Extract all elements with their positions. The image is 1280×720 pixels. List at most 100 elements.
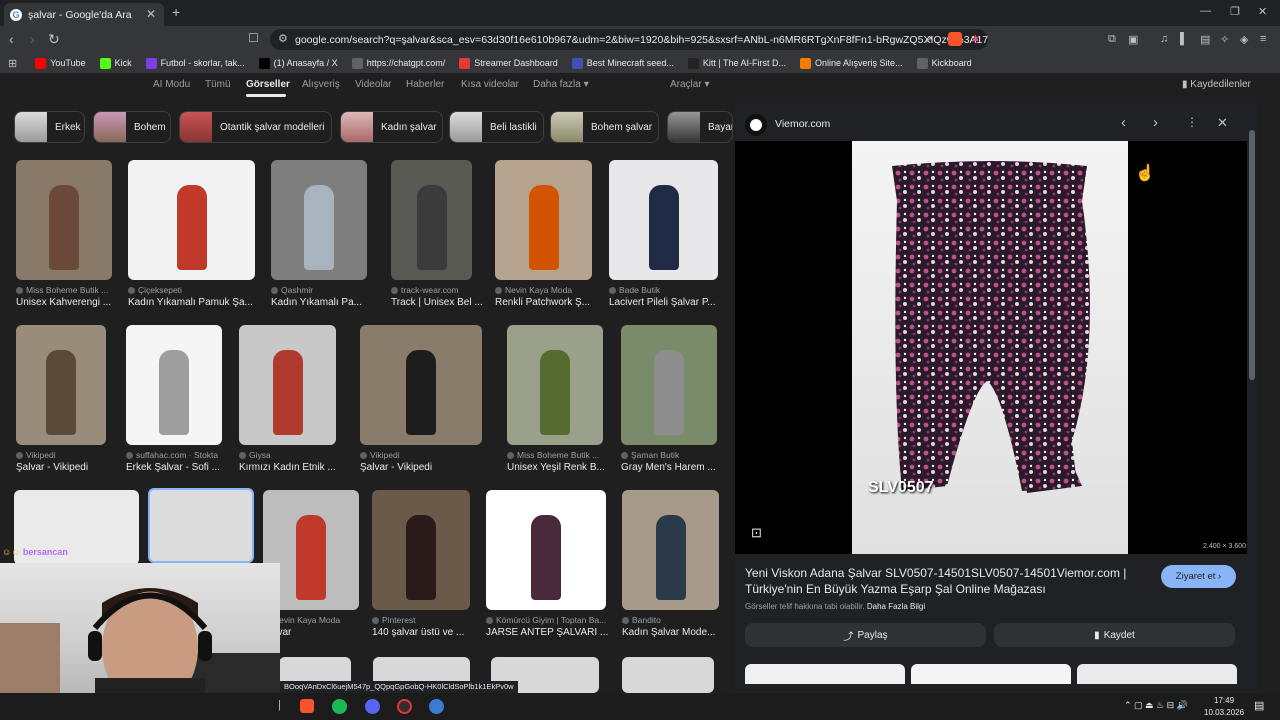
result-title[interactable]: Yeni Viskon Adana Şalvar SLV0507-14501SL… xyxy=(745,565,1145,597)
tray-icons[interactable]: ⌃ ▢ ⏏ ♨ ⊟ 🔊 xyxy=(1124,700,1188,711)
image-result-thumbnail[interactable] xyxy=(128,160,255,280)
bookmark-item[interactable]: YouTube xyxy=(35,57,86,69)
result-title[interactable]: Unisex Yeşil Renk B... xyxy=(507,462,617,473)
clock-time[interactable]: 17:49 xyxy=(1214,696,1234,705)
nav-ai-mode[interactable]: AI Modu xyxy=(153,79,190,90)
result-source[interactable]: Qashmir xyxy=(271,285,381,295)
nav-more[interactable]: Daha fazla ▾ xyxy=(533,79,589,90)
bookmark-item[interactable]: Streamer Dashboard xyxy=(459,57,558,69)
image-result-thumbnail[interactable] xyxy=(239,325,336,445)
share-button[interactable]: ⤴ Paylaş xyxy=(745,623,986,647)
back-icon[interactable]: ‹ xyxy=(9,31,14,47)
panel-site-name[interactable]: Viemor.com xyxy=(775,118,830,130)
image-result-thumbnail[interactable] xyxy=(391,160,472,280)
bookmark-item[interactable]: https://chatgpt.com/ xyxy=(351,57,445,69)
close-window-icon[interactable]: ✕ xyxy=(1258,5,1267,18)
result-source[interactable]: track-wear.com xyxy=(391,285,486,295)
bookmark-item[interactable]: Online Alışveriş Site... xyxy=(800,57,903,69)
bookmark-item[interactable]: Kitt | The AI-First D... xyxy=(687,57,786,69)
result-source[interactable]: Şaman Butik xyxy=(621,450,731,460)
related-image-1[interactable] xyxy=(745,664,905,684)
related-image-3[interactable] xyxy=(1077,664,1237,684)
brave-shields-icon[interactable] xyxy=(948,32,962,46)
saved-button[interactable]: ▮ Kaydedilenler xyxy=(1182,79,1251,90)
result-source[interactable]: Miss Boheme Butik ... xyxy=(507,450,617,460)
close-panel-icon[interactable]: ✕ xyxy=(1217,115,1228,131)
bookmark-item[interactable]: Kick xyxy=(99,57,132,69)
result-source[interactable]: Vikipedi xyxy=(16,450,120,460)
reload-icon[interactable]: ↻ xyxy=(48,31,60,48)
prev-image-icon[interactable]: ‹ xyxy=(1121,114,1126,131)
result-title[interactable]: Kadın Yıkamalı Pa... xyxy=(271,297,381,308)
result-source[interactable]: Bandito xyxy=(622,615,733,625)
nav-all[interactable]: Tümü xyxy=(205,79,231,90)
chip-bohem[interactable]: Bohem xyxy=(93,111,171,143)
image-result-thumbnail[interactable] xyxy=(622,657,714,693)
chip-kadin-salvar[interactable]: Kadın şalvar xyxy=(340,111,443,143)
nav-short-videos[interactable]: Kısa videolar xyxy=(461,79,519,90)
extensions-icon[interactable]: ⧉ xyxy=(1108,33,1116,46)
apps-grid-icon[interactable]: ⊞ xyxy=(8,57,17,70)
image-result-thumbnail[interactable] xyxy=(622,490,719,610)
spotify-taskbar-icon[interactable] xyxy=(332,699,347,714)
site-info-icon[interactable]: ⚙ xyxy=(278,32,288,45)
chip-beli-lastikli[interactable]: Beli lastikli xyxy=(449,111,544,143)
result-title[interactable]: Kadın Şalvar Mode... xyxy=(622,627,733,638)
result-source[interactable]: Pinterest xyxy=(372,615,484,625)
page-scrollbar[interactable] xyxy=(1247,100,1257,693)
image-result-thumbnail[interactable] xyxy=(271,160,367,280)
brave-rewards-icon[interactable]: ▲ xyxy=(970,32,981,44)
bookmark-page-icon[interactable]: ☐ xyxy=(248,31,259,45)
visit-button[interactable]: Ziyaret et › xyxy=(1161,565,1236,588)
image-result-thumbnail[interactable] xyxy=(621,325,717,445)
image-result-thumbnail[interactable] xyxy=(126,325,222,445)
menu-icon[interactable]: ≡ xyxy=(1260,33,1266,45)
result-source[interactable]: Giysa xyxy=(239,450,350,460)
result-title[interactable]: Gray Men's Harem ... xyxy=(621,462,731,473)
image-result-thumbnail[interactable] xyxy=(609,160,718,280)
image-result-thumbnail[interactable] xyxy=(16,325,106,445)
result-source[interactable]: Vikipedi xyxy=(360,450,496,460)
preview-image[interactable]: SLV0507 xyxy=(852,141,1128,554)
chip-erkek[interactable]: Erkek xyxy=(14,111,85,143)
notifications-icon[interactable]: ▤ xyxy=(1254,699,1264,712)
wallet-icon[interactable]: ▤ xyxy=(1200,33,1210,46)
result-title[interactable]: Kırmızı Kadın Etnik ... xyxy=(239,462,350,473)
result-title[interactable]: 140 şalvar üstü ve ... xyxy=(372,627,484,638)
new-tab-icon[interactable]: + xyxy=(172,4,180,20)
chip-otantik[interactable]: Otantik şalvar modelleri xyxy=(179,111,332,143)
share-page-icon[interactable]: ↗ xyxy=(924,33,933,46)
bookmark-item[interactable]: Best Minecraft seed... xyxy=(571,57,674,69)
result-title[interactable]: Şalvar - Vikipedi xyxy=(16,462,120,473)
close-tab-icon[interactable]: ✕ xyxy=(146,7,156,21)
restore-icon[interactable]: ❐ xyxy=(1230,5,1240,18)
image-result-thumbnail[interactable] xyxy=(148,488,254,563)
result-title[interactable]: Şalvar - Vikipedi xyxy=(360,462,496,473)
brave-taskbar-icon[interactable] xyxy=(300,699,314,713)
result-source[interactable]: suffahac.com · Stokta xyxy=(126,450,236,460)
image-result-thumbnail[interactable] xyxy=(360,325,482,445)
image-result-thumbnail[interactable] xyxy=(507,325,603,445)
address-bar[interactable]: ⚙ google.com/search?q=şalvar&sca_esv=63d… xyxy=(270,29,988,50)
minimize-icon[interactable]: — xyxy=(1200,5,1211,17)
chip-bohem-salvar[interactable]: Bohem şalvar xyxy=(550,111,659,143)
chip-bayan[interactable]: Bayan xyxy=(667,111,733,143)
app-taskbar-icon[interactable] xyxy=(429,699,444,714)
image-result-thumbnail[interactable] xyxy=(486,490,606,610)
leo-ai-icon[interactable]: ✧ xyxy=(1220,33,1229,46)
image-result-thumbnail[interactable] xyxy=(372,490,470,610)
save-button[interactable]: ▮ Kaydet xyxy=(994,623,1235,647)
image-result-thumbnail[interactable] xyxy=(495,160,592,280)
result-source[interactable]: Miss Boheme Butik ... xyxy=(16,285,126,295)
image-result-thumbnail[interactable] xyxy=(16,160,112,280)
forward-icon[interactable]: › xyxy=(30,31,35,47)
obs-taskbar-icon[interactable] xyxy=(397,699,412,714)
next-image-icon[interactable]: › xyxy=(1153,114,1158,131)
active-tab[interactable]: G şalvar - Google'da Ara ✕ xyxy=(4,3,164,26)
nav-images[interactable]: Görseller xyxy=(246,79,290,90)
result-title[interactable]: Erkek Şalvar - Sofi ... xyxy=(126,462,236,473)
result-title[interactable]: Track | Unisex Bel ... xyxy=(391,297,486,308)
sidebar-icon[interactable]: ▌ xyxy=(1180,33,1188,45)
result-title[interactable]: Renkli Patchwork Ş... xyxy=(495,297,606,308)
bookmark-item[interactable]: Kickboard xyxy=(916,57,972,69)
